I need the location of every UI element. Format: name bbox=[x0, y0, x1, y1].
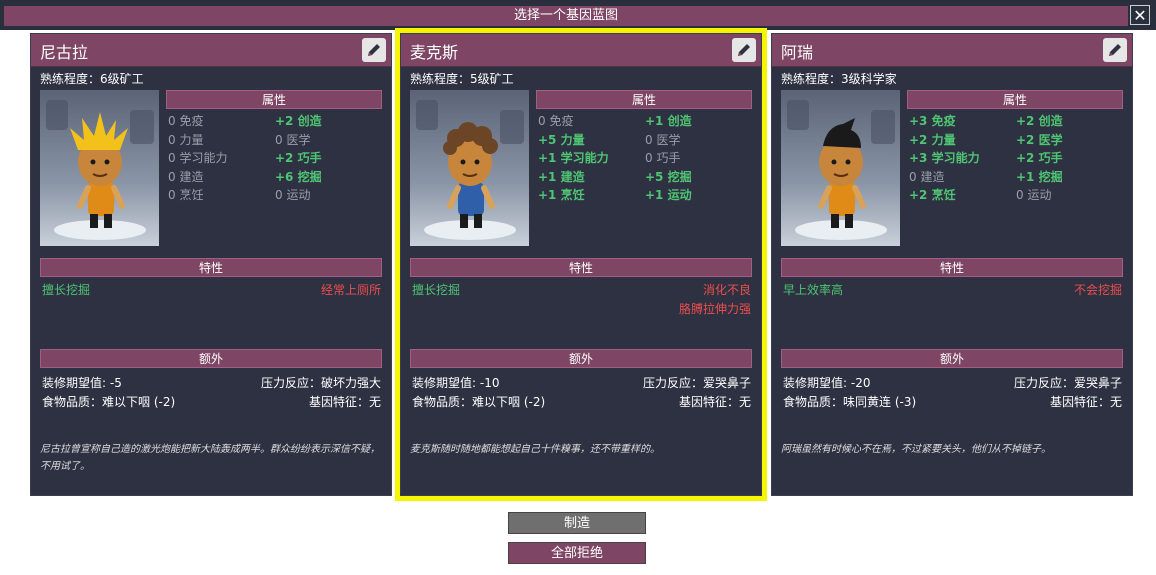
bad-trait: 胳膊拉伸力强 bbox=[678, 302, 751, 316]
good-trait: 擅长挖掘 bbox=[412, 283, 461, 297]
attributes-right: +2 创造 0 医学 +2 巧手 +6 挖掘 0 运动 bbox=[275, 112, 322, 205]
duplicant-description: 麦克斯随时随地都能想起自己十件糗事，还不带重样的。 bbox=[410, 444, 660, 455]
attribute-item: +1 建造 bbox=[538, 169, 585, 184]
good-trait: 擅长挖掘 bbox=[42, 283, 91, 297]
proficiency: 熟练程度：5级矿工 bbox=[410, 72, 514, 86]
edit-pencil-icon[interactable] bbox=[732, 38, 756, 62]
attribute-item: 0 巧手 bbox=[645, 151, 681, 165]
attributes-left: 0 免疫 0 力量 0 学习能力 0 建造 0 烹饪 bbox=[168, 112, 227, 205]
edit-pencil-icon[interactable] bbox=[1103, 38, 1127, 62]
attribute-item: 0 医学 bbox=[275, 132, 311, 147]
attribute-item: 0 免疫 bbox=[538, 114, 574, 128]
proficiency: 熟练程度：3级科学家 bbox=[781, 72, 897, 86]
decor-expectation: 装修期望值: -10 bbox=[412, 376, 500, 390]
attributes-right: +2 创造 +2 医学 +2 巧手 +1 挖掘 0 运动 bbox=[1016, 112, 1063, 205]
attribute-item: 0 建造 bbox=[909, 169, 945, 184]
bad-trait: 消化不良 bbox=[702, 283, 751, 297]
print-button[interactable]: 制造 bbox=[508, 512, 646, 534]
blueprint-card[interactable]: 尼古拉 熟练程度：6级矿工 属性 0 免疫 0 力量 0 学习能力 0 建造 0 烹饪 bbox=[30, 33, 392, 496]
gene-trait: 基因特征：无 bbox=[678, 395, 751, 409]
proficiency: 熟练程度：6级矿工 bbox=[40, 72, 144, 86]
blueprint-card[interactable]: 阿瑞 熟练程度：3级科学家 属性 +3 免疫 +2 力量 +3 学习能力 0 建造 +2… bbox=[771, 33, 1133, 496]
attribute-item: +1 挖掘 bbox=[1016, 169, 1063, 184]
stress-reaction: 压力反应：爱哭鼻子 bbox=[1013, 376, 1122, 390]
attribute-item: +5 挖掘 bbox=[645, 169, 692, 184]
gene-trait: 基因特征：无 bbox=[308, 395, 381, 409]
attributes-header: 属性 bbox=[166, 90, 382, 109]
attribute-item: +1 烹饪 bbox=[538, 188, 585, 202]
attribute-item: +6 挖掘 bbox=[275, 169, 322, 184]
card-header: 尼古拉 bbox=[31, 34, 391, 67]
duplicant-name: 阿瑞 bbox=[781, 43, 814, 62]
duplicant-name: 麦克斯 bbox=[410, 43, 459, 62]
attribute-item: +2 创造 bbox=[1016, 114, 1063, 128]
food-quality: 食物品质：难以下咽 (-2) bbox=[412, 395, 546, 409]
blueprint-card[interactable]: 麦克斯 熟练程度：5级矿工 属性 0 免疫 +5 力量 +1 学习能力 +1 建造 +1… bbox=[395, 28, 767, 501]
attribute-item: 0 医学 bbox=[645, 132, 681, 147]
extra-header: 额外 bbox=[410, 349, 752, 368]
attributes-right: +1 创造 0 医学 0 巧手 +5 挖掘 +1 运动 bbox=[645, 112, 692, 205]
attributes-header: 属性 bbox=[536, 90, 752, 109]
attribute-item: 0 建造 bbox=[168, 169, 204, 184]
attribute-item: 0 烹饪 bbox=[168, 188, 204, 202]
attribute-item: 0 学习能力 bbox=[168, 151, 228, 165]
close-button[interactable]: ✕ bbox=[1130, 5, 1150, 25]
traits-header: 特性 bbox=[40, 258, 382, 277]
attributes-left: 0 免疫 +5 力量 +1 学习能力 +1 建造 +1 烹饪 bbox=[538, 112, 609, 205]
attribute-item: +2 巧手 bbox=[275, 151, 322, 165]
bad-trait: 经常上厕所 bbox=[320, 283, 381, 297]
window-title: 选择一个基因蓝图 bbox=[4, 6, 1128, 26]
gene-trait: 基因特征：无 bbox=[1049, 395, 1122, 409]
duplicant-portrait bbox=[410, 90, 529, 246]
duplicant-name: 尼古拉 bbox=[40, 43, 89, 62]
decor-expectation: 装修期望值: -5 bbox=[42, 376, 122, 390]
stress-reaction: 压力反应：爱哭鼻子 bbox=[642, 376, 751, 390]
good-trait: 早上效率高 bbox=[783, 283, 844, 297]
attributes-header: 属性 bbox=[907, 90, 1123, 109]
extra-header: 额外 bbox=[781, 349, 1123, 368]
stress-reaction: 压力反应：破坏力强大 bbox=[260, 376, 381, 390]
attribute-item: +1 创造 bbox=[645, 114, 692, 128]
duplicant-description: 尼古拉曾宣称自己造的激光炮能把新大陆轰成两半。群众纷纷表示深信不疑，不用试了。 bbox=[40, 444, 380, 472]
duplicant-portrait bbox=[781, 90, 900, 246]
reject-all-button[interactable]: 全部拒绝 bbox=[508, 542, 646, 564]
duplicant-portrait bbox=[40, 90, 159, 246]
attribute-item: +2 创造 bbox=[275, 114, 322, 128]
attribute-item: +3 学习能力 bbox=[909, 151, 980, 165]
food-quality: 食物品质：味同黄连 (-3) bbox=[783, 395, 917, 409]
attributes-left: +3 免疫 +2 力量 +3 学习能力 0 建造 +2 烹饪 bbox=[909, 112, 980, 205]
attribute-item: +2 巧手 bbox=[1016, 151, 1063, 165]
attribute-item: 0 力量 bbox=[168, 132, 204, 147]
attribute-item: +2 医学 bbox=[1016, 132, 1063, 147]
card-header: 阿瑞 bbox=[772, 34, 1132, 67]
attribute-item: +3 免疫 bbox=[909, 114, 956, 128]
attribute-item: +2 烹饪 bbox=[909, 188, 956, 202]
traits-header: 特性 bbox=[410, 258, 752, 277]
attribute-item: +1 运动 bbox=[645, 188, 692, 202]
decor-expectation: 装修期望值: -20 bbox=[783, 376, 871, 390]
attribute-item: 0 运动 bbox=[1016, 188, 1052, 202]
attribute-item: 0 运动 bbox=[275, 188, 311, 202]
attribute-item: 0 免疫 bbox=[168, 114, 204, 128]
card-header: 麦克斯 bbox=[401, 34, 761, 67]
extra-header: 额外 bbox=[40, 349, 382, 368]
edit-pencil-icon[interactable] bbox=[362, 38, 386, 62]
food-quality: 食物品质：难以下咽 (-2) bbox=[42, 395, 176, 409]
traits-header: 特性 bbox=[781, 258, 1123, 277]
attribute-item: +1 学习能力 bbox=[538, 151, 609, 165]
duplicant-description: 阿瑞虽然有时候心不在焉，不过紧要关头，他们从不掉链子。 bbox=[781, 444, 1051, 455]
bad-trait: 不会挖掘 bbox=[1073, 283, 1122, 297]
title-bar: 选择一个基因蓝图 ✕ bbox=[0, 0, 1156, 30]
attribute-item: +5 力量 bbox=[538, 132, 585, 147]
attribute-item: +2 力量 bbox=[909, 132, 956, 147]
